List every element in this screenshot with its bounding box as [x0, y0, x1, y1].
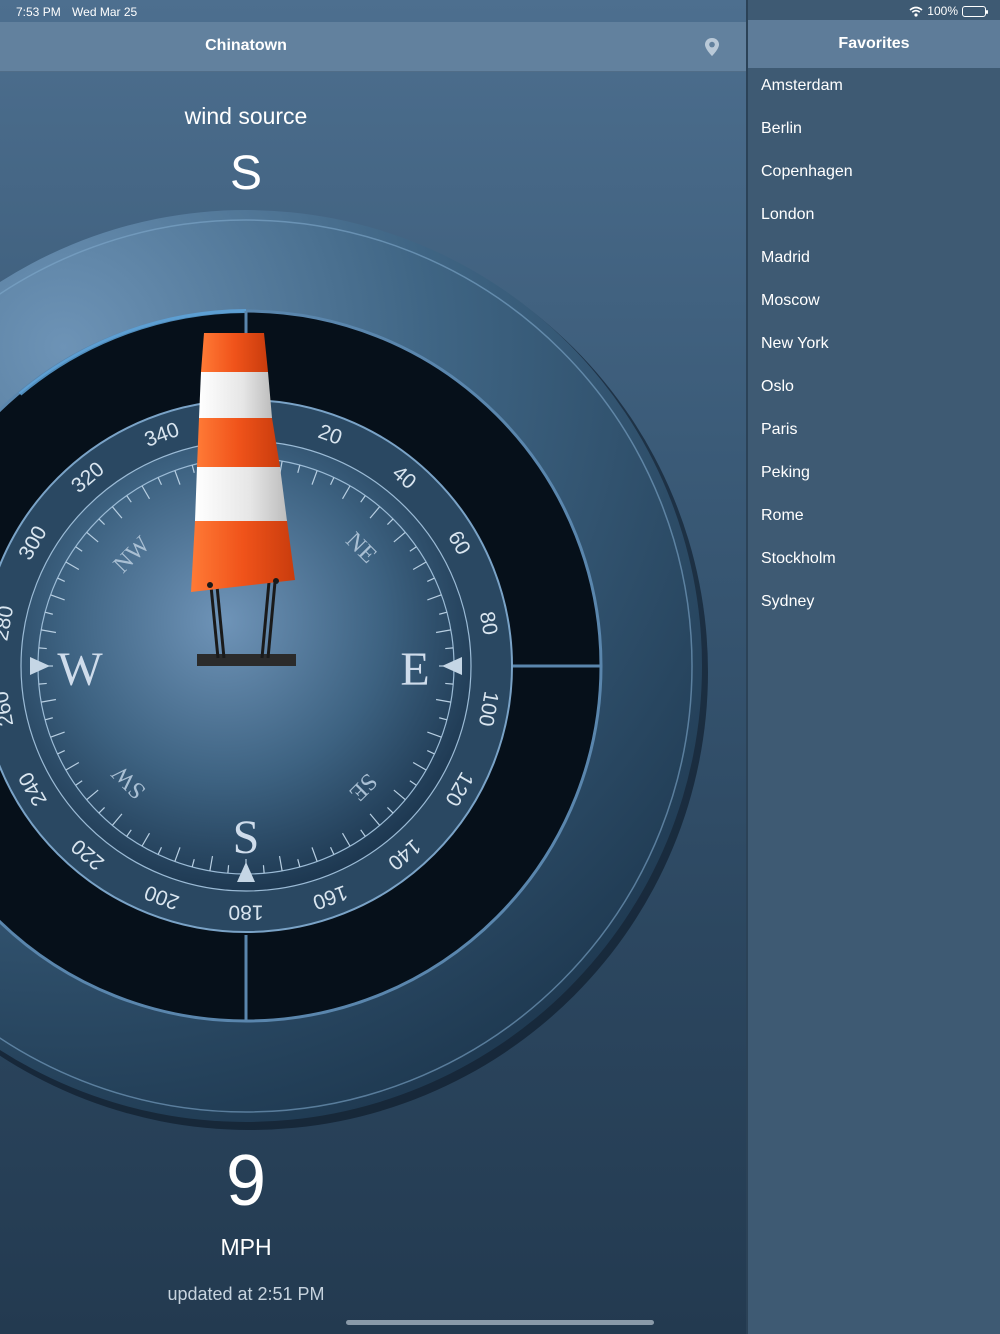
compass-tick — [262, 865, 265, 874]
favorites-list: Amsterdam Berlin Copenhagen London Madri… — [748, 64, 1000, 623]
favorites-title: Favorites — [838, 35, 910, 52]
favorite-item-moscow[interactable]: Moscow — [748, 279, 1000, 322]
degree-label: 180 — [228, 900, 263, 923]
favorite-item-madrid[interactable]: Madrid — [748, 236, 1000, 279]
wifi-icon — [909, 6, 923, 17]
compass-tick — [227, 865, 230, 874]
wind-speed-value: 9 — [225, 1141, 267, 1221]
favorite-item-new-york[interactable]: New York — [748, 322, 1000, 365]
compass-tick — [38, 682, 47, 685]
favorite-item-peking[interactable]: Peking — [748, 451, 1000, 494]
compass: 20 40 60 80 100 120 140 160 180 200 220 240 260 280 30… — [0, 0, 746, 1334]
battery-icon — [962, 5, 988, 17]
favorite-item-copenhagen[interactable]: Copenhagen — [748, 150, 1000, 193]
battery-percent: 100% — [927, 4, 958, 18]
favorite-item-london[interactable]: London — [748, 193, 1000, 236]
favorite-item-stockholm[interactable]: Stockholm — [748, 537, 1000, 580]
wind-speed-unit: MPH — [220, 1234, 272, 1260]
status-bar-right: 100% — [909, 4, 988, 18]
cardinal-e: E — [400, 643, 429, 696]
cardinal-s: S — [233, 811, 260, 864]
favorite-item-berlin[interactable]: Berlin — [748, 107, 1000, 150]
compass-tick — [445, 647, 454, 650]
favorite-item-oslo[interactable]: Oslo — [748, 365, 1000, 408]
compass-tick — [38, 647, 47, 650]
main-pane: 7:53 PM Wed Mar 25 Chinatown wind source… — [0, 0, 746, 1334]
updated-time: updated at 2:51 PM — [167, 1284, 325, 1304]
cardinal-w: W — [57, 643, 103, 696]
home-indicator[interactable] — [346, 1320, 654, 1325]
compass-graphic: 2040608010012014016018020022024026028030… — [0, 210, 708, 1130]
favorites-header: Favorites — [748, 20, 1000, 68]
favorite-item-amsterdam[interactable]: Amsterdam — [748, 64, 1000, 107]
favorite-item-sydney[interactable]: Sydney — [748, 580, 1000, 623]
favorite-item-rome[interactable]: Rome — [748, 494, 1000, 537]
degree-label: 80 — [475, 610, 502, 637]
favorite-item-paris[interactable]: Paris — [748, 408, 1000, 451]
favorites-sidebar: 100% Favorites Amsterdam Berlin Copenhag… — [746, 0, 1000, 1334]
compass-tick — [445, 682, 454, 685]
